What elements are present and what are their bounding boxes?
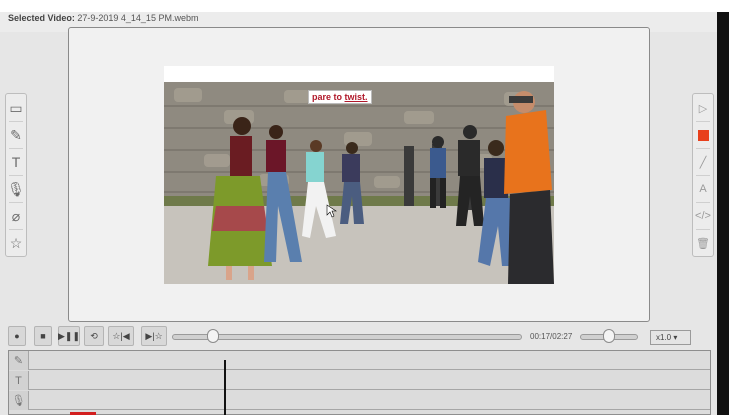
caption-text: pare to [312,92,345,102]
video-frame[interactable]: pare to twist. [164,66,554,284]
next-marker-button[interactable]: ▶|☆ [141,326,167,346]
left-toolbar: ▭ ✎ T 🎙 ⌀ ☆ [5,93,27,257]
seek-bar[interactable] [172,334,522,340]
pencil-glyph: ✎ [10,126,22,143]
text-box-glyph: A [699,183,707,195]
speed-select[interactable]: x1.0 ▾ [650,330,691,345]
right-toolbar: ▷ ╱ A </> 🗑 [692,93,714,257]
pencil-track-icon: ✎ [9,351,29,370]
timeline-track[interactable]: T [9,371,710,390]
time-readout: 00:17/02:27 [530,332,573,341]
volume-handle[interactable] [603,329,615,343]
color-swatch [697,129,709,141]
seek-handle[interactable] [206,329,219,343]
tool-separator [9,148,23,149]
timeline-track[interactable]: 🎙 [9,391,710,410]
previous-marker-button[interactable]: ☆|◀ [108,326,134,346]
play-pause-button[interactable]: ▶❚❚ [58,326,80,346]
selected-video-filename: 27-9-2019 4_14_15 PM.webm [77,13,199,23]
window-edge [717,12,729,415]
cursor-glyph: ▷ [698,102,708,115]
microphone-glyph: 🎙 [7,180,25,197]
loop-button[interactable]: ⟲ [84,326,104,346]
caption-highlight-word: twist. [344,92,368,102]
text-track-icon: T [9,371,29,390]
timeline-track[interactable]: ✎ [9,351,710,370]
tool-separator [696,148,710,149]
trash-icon[interactable]: 🗑 [694,233,712,253]
timeline-playhead[interactable] [224,360,226,415]
text-icon[interactable]: T [7,152,25,172]
microphone-icon[interactable]: 🎙 [7,179,25,199]
star-icon[interactable]: ☆ [7,233,25,253]
player-controls: 00:17/02:27 x1.0 ▾ ● ■ ▶❚❚ ⟲ ☆|◀ ▶|☆ [0,325,717,349]
shape-icon[interactable]: ▭ [7,98,25,118]
star-glyph: ☆ [9,234,23,251]
stop-button[interactable]: ■ [34,326,52,346]
line-icon[interactable]: ╱ [694,152,712,172]
tool-separator [9,229,23,230]
text-glyph: T [11,154,21,170]
cursor-icon[interactable]: ▷ [694,98,712,118]
line-glyph: ╱ [699,156,707,169]
eraser-icon[interactable]: ⌀ [7,206,25,226]
code-icon[interactable]: </> [694,206,712,226]
tool-separator [9,202,23,203]
pencil-icon[interactable]: ✎ [7,125,25,145]
selected-video-prefix: Selected Video: [8,13,75,23]
tool-separator [696,202,710,203]
top-strip [0,0,729,12]
shape-glyph: ▭ [9,99,23,116]
trash-glyph: 🗑 [696,237,710,250]
video-caption: pare to twist. [308,90,372,104]
eraser-glyph: ⌀ [11,207,21,224]
selected-video-label: Selected Video: 27-9-2019 4_14_15 PM.web… [8,13,198,23]
record-button[interactable]: ● [8,326,26,346]
tool-separator [696,229,710,230]
timeline-panel[interactable]: ✎ T 🎙 [8,350,711,415]
tool-separator [9,121,23,122]
text-box-icon[interactable]: A [694,179,712,199]
tool-separator [696,175,710,176]
microphone-track-icon: 🎙 [9,391,29,410]
code-glyph: </> [695,210,711,222]
tool-separator [9,175,23,176]
tool-separator [696,121,710,122]
color-swatch-icon[interactable] [694,125,712,145]
